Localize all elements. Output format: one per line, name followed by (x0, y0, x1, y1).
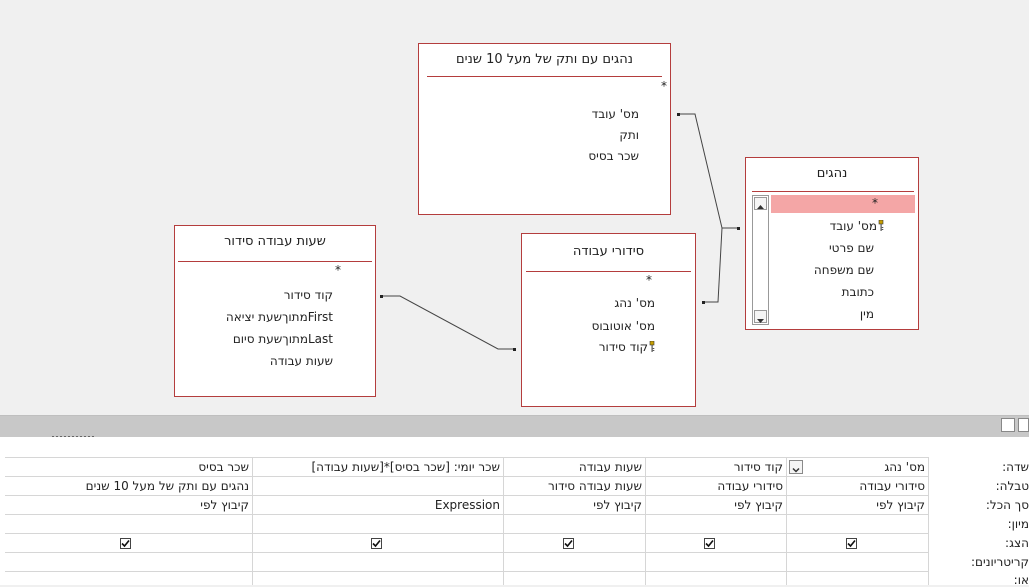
field-item[interactable]: מס' אוטובוס (592, 319, 655, 333)
scroll-box[interactable] (1018, 418, 1029, 432)
query-design-grid: שדה: טבלה: סך הכל: מיון: הצג: קריטריונים… (0, 437, 1029, 587)
checkmark-icon (372, 539, 381, 548)
cell-table[interactable]: סידורי עבודה (859, 479, 925, 493)
field-item[interactable]: קוד סידור (599, 340, 655, 354)
join-line-arrangements-drivers (703, 227, 723, 303)
field-item[interactable]: מס' נהג (614, 296, 655, 310)
scroll-up-button[interactable] (754, 197, 767, 210)
field-item[interactable]: שכר בסיס (588, 149, 639, 163)
cell-field[interactable]: קוד סידור (734, 460, 783, 474)
all-fields-star[interactable]: * (335, 263, 341, 277)
all-fields-star[interactable]: * (661, 79, 667, 93)
cell-total[interactable]: קיבוץ לפי (593, 498, 642, 512)
field-dropdown-button[interactable] (789, 460, 803, 474)
table-drivers-10y[interactable]: נהגים עם ותק של מעל 10 שנים * מס' עובד ו… (418, 43, 671, 215)
grid-row-line (5, 495, 928, 496)
table-title: נהגים עם ותק של מעל 10 שנים (456, 52, 633, 67)
grid-col-line (786, 457, 787, 585)
pane-splitter[interactable] (0, 415, 1029, 438)
table-title: נהגים (816, 166, 848, 181)
title-separator (427, 76, 662, 77)
cell-table[interactable]: סידורי עבודה (717, 479, 783, 493)
table-work-hours[interactable]: שעות עבודה סידור * קוד סידור Firstמתוךשע… (174, 225, 376, 397)
field-item[interactable]: מין (860, 307, 874, 321)
grid-col-line (645, 457, 646, 585)
grid-col-line (503, 457, 504, 585)
title-separator (178, 261, 372, 262)
field-item[interactable]: Lastמתוךשעת סיום (233, 332, 333, 346)
row-label-criteria: קריטריונים: (971, 555, 1029, 569)
field-item[interactable]: מס' עובד (830, 219, 884, 233)
grid-col-line (928, 457, 929, 585)
checkmark-icon (847, 539, 856, 548)
cell-field[interactable]: שעות עבודה (579, 460, 642, 474)
scroll-down-button[interactable] (754, 310, 767, 323)
grid-row-line (5, 571, 928, 572)
chevron-down-icon (792, 467, 800, 473)
field-item[interactable]: Firstמתוךשעת יציאה (226, 310, 333, 324)
table-title: שעות עבודה סידור (224, 234, 326, 249)
row-label-sort: מיון: (1007, 517, 1029, 531)
row-label-field: שדה: (1002, 460, 1029, 474)
show-checkbox[interactable] (563, 538, 574, 549)
grid-row-line (5, 514, 928, 515)
field-item[interactable]: שעות עבודה (270, 354, 333, 368)
row-label-total: סך הכל: (985, 498, 1029, 512)
cell-field[interactable]: שכר יומי: [שכר בסיס]*[שעות עבודה] (311, 460, 500, 474)
cell-table[interactable]: שעות עבודה סידור (548, 479, 642, 493)
title-separator (526, 271, 691, 272)
show-checkbox[interactable] (846, 538, 857, 549)
field-item[interactable]: ותק (619, 128, 639, 142)
checkmark-icon (121, 539, 130, 548)
all-fields-star[interactable]: * (646, 273, 652, 287)
all-fields-star[interactable]: * (872, 196, 878, 210)
show-checkbox[interactable] (371, 538, 382, 549)
table-drivers[interactable]: נהגים * מס' עובד שם פרטי שם משפחה כתובת … (745, 157, 919, 330)
field-item[interactable]: מס' עובד (592, 107, 639, 121)
query-design-canvas: נהגים עם ותק של מעל 10 שנים * מס' עובד ו… (0, 0, 1029, 415)
show-checkbox[interactable] (120, 538, 131, 549)
arrow-down-icon (757, 319, 764, 323)
field-item[interactable]: קוד סידור (284, 288, 333, 302)
cell-total[interactable]: Expression (435, 498, 500, 512)
cell-table[interactable]: נהגים עם ותק של מעל 10 שנים (86, 479, 249, 493)
checkmark-icon (705, 539, 714, 548)
table-work-arrangements[interactable]: סידורי עבודה * מס' נהג מס' אוטובוס קוד ס… (521, 233, 696, 407)
join-line-workhours-arrangements (382, 295, 515, 350)
cell-field[interactable]: שכר בסיס (198, 460, 249, 474)
cell-total[interactable]: קיבוץ לפי (200, 498, 249, 512)
field-label: קוד סידור (598, 340, 648, 354)
cell-field[interactable]: מס' נהג (884, 460, 925, 474)
field-item[interactable]: שם משפחה (814, 263, 874, 277)
vertical-scrollbar[interactable] (752, 195, 769, 325)
scroll-box[interactable] (1001, 418, 1015, 432)
grid-row-line (5, 533, 928, 534)
field-item[interactable]: כתובת (842, 285, 874, 299)
grid-row-line (5, 457, 928, 458)
grid-row-line (5, 476, 928, 477)
primary-key-icon (649, 341, 655, 352)
primary-key-icon (878, 220, 884, 231)
checkmark-icon (564, 539, 573, 548)
grid-row-line (5, 552, 928, 553)
arrow-up-icon (757, 205, 764, 209)
selected-row-highlight (771, 195, 915, 213)
cell-total[interactable]: קיבוץ לפי (734, 498, 783, 512)
field-item[interactable]: שם פרטי (829, 241, 874, 255)
cell-total[interactable]: קיבוץ לפי (876, 498, 925, 512)
title-separator (752, 191, 914, 192)
row-label-show: הצג: (1005, 536, 1029, 550)
join-line-drivers10y-drivers (679, 113, 740, 229)
show-checkbox[interactable] (704, 538, 715, 549)
row-label-table: טבלה: (995, 479, 1029, 493)
grid-col-line (252, 457, 253, 585)
table-title: סידורי עבודה (572, 244, 645, 259)
field-label: מס' עובד (829, 219, 877, 233)
